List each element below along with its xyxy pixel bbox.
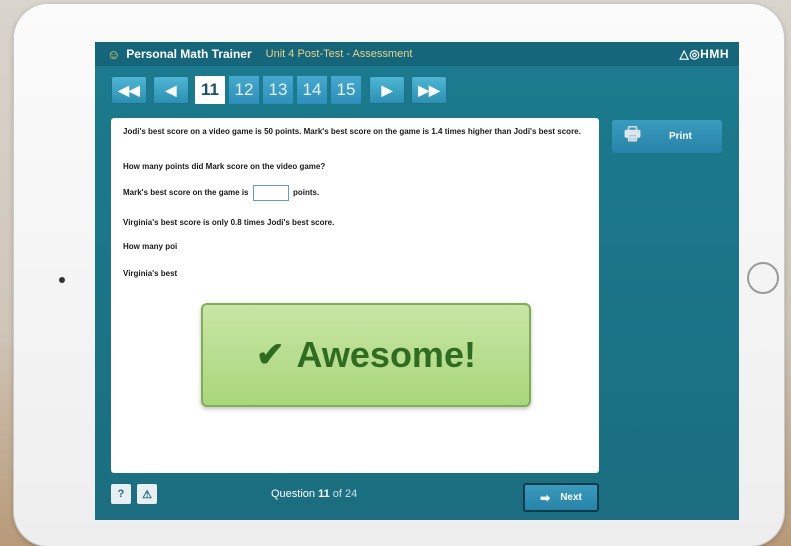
- question-number-11[interactable]: 11: [195, 76, 225, 104]
- arrow-right-icon: ➡: [540, 490, 551, 505]
- question-number-13[interactable]: 13: [263, 76, 293, 104]
- question-progress: Question 11 of 24: [271, 488, 357, 500]
- question-panel: Jodi's best score on a video game is 50 …: [111, 118, 599, 473]
- last-question-button[interactable]: ▶▶: [411, 76, 447, 104]
- next-question-button[interactable]: ▶: [369, 76, 405, 104]
- help-button[interactable]: ?: [111, 484, 131, 504]
- progress-total: of 24: [332, 488, 358, 500]
- question-part-b: How many poi: [123, 242, 178, 251]
- question-number-15[interactable]: 15: [331, 76, 361, 104]
- question-number-14[interactable]: 14: [297, 76, 327, 104]
- arrow-left-icon: ◀: [165, 81, 177, 98]
- print-label: Print: [669, 131, 692, 142]
- feedback-message: Awesome!: [296, 334, 476, 375]
- answer-input-a[interactable]: [252, 185, 289, 201]
- double-arrow-right-icon: ▶▶: [418, 81, 440, 98]
- printer-icon: 🖶: [624, 123, 641, 144]
- answer-row-a: Mark's best score on the game is points.: [123, 185, 583, 201]
- alert-icon[interactable]: ⚠: [137, 484, 157, 504]
- question-part-a: How many points did Mark score on the vi…: [123, 162, 326, 171]
- camera-dot: [59, 277, 65, 283]
- answer-a-prefix: Mark's best score on the game is: [123, 188, 249, 198]
- home-button[interactable]: [747, 262, 779, 294]
- app-name: Personal Math Trainer: [126, 47, 252, 61]
- print-button[interactable]: 🖶 Print: [612, 120, 722, 153]
- question-prompt: Jodi's best score on a video game is 50 …: [123, 127, 581, 136]
- question-number-12[interactable]: 12: [229, 76, 259, 104]
- question-navigation: ◀◀ ◀ 11 12 13 14 15 ▶ ▶▶: [111, 76, 453, 104]
- previous-question-button[interactable]: ◀: [153, 76, 189, 104]
- first-question-button[interactable]: ◀◀: [111, 76, 147, 104]
- title-bar: ☺ Personal Math Trainer Unit 4 Post-Test…: [95, 42, 739, 66]
- next-button[interactable]: ➡ Next: [523, 483, 599, 512]
- unit-title: Unit 4 Post-Test - Assessment: [265, 48, 413, 60]
- progress-current: 11: [318, 488, 330, 500]
- answer-a-suffix: points.: [292, 188, 320, 198]
- check-icon: ✔: [256, 336, 285, 374]
- publisher-logo: △◎HMH: [679, 47, 729, 61]
- trainer-icon: ☺: [107, 46, 121, 62]
- arrow-right-icon: ▶: [381, 81, 393, 98]
- tablet-frame: ☺ Personal Math Trainer Unit 4 Post-Test…: [14, 4, 784, 546]
- app-screen: ☺ Personal Math Trainer Unit 4 Post-Test…: [95, 42, 739, 520]
- double-arrow-left-icon: ◀◀: [118, 81, 140, 98]
- answer-row-b: Virginia's best: [123, 269, 178, 278]
- progress-prefix: Question: [271, 488, 316, 500]
- next-label: Next: [560, 492, 582, 503]
- feedback-popup: ✔ Awesome!: [201, 303, 531, 407]
- question-part-b-intro: Virginia's best score is only 0.8 times …: [123, 218, 335, 227]
